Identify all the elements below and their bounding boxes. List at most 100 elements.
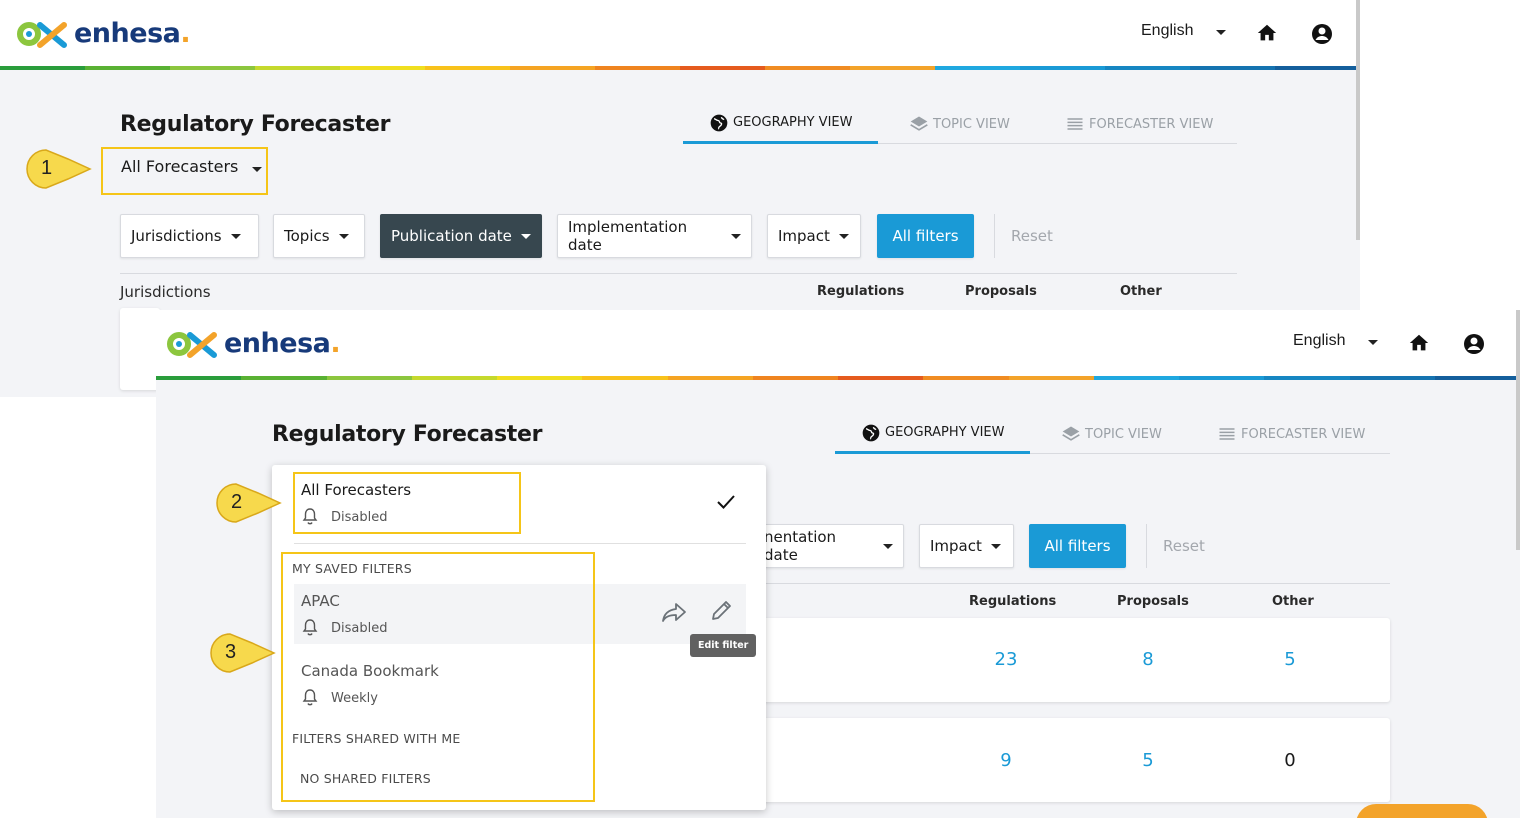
enhesa-logo[interactable]: enhesa. — [166, 328, 341, 359]
logo-mark-icon — [167, 331, 217, 358]
callout-bubble-icon — [26, 149, 92, 189]
proposals-count[interactable]: 8 — [1128, 649, 1168, 670]
stripe-segment — [1275, 66, 1360, 70]
callout-number: 3 — [225, 641, 237, 663]
tab-topic-view[interactable]: TOPIC VIEW — [909, 104, 1010, 144]
language-select[interactable]: English — [1293, 332, 1345, 350]
stripe-segment — [1105, 66, 1190, 70]
column-header-regulations[interactable]: Regulations — [817, 284, 904, 299]
tab-topic-view[interactable]: TOPIC VIEW — [1061, 414, 1162, 454]
chevron-down-icon — [990, 543, 1001, 549]
check-icon — [717, 495, 735, 509]
column-header-regulations[interactable]: Regulations — [969, 594, 1056, 609]
chevron-down-icon — [520, 233, 531, 239]
stripe-segment — [170, 66, 255, 70]
tab-geography-view[interactable]: GEOGRAPHY VIEW — [835, 414, 1030, 454]
stripe-segment — [582, 376, 668, 380]
list-icon — [1219, 428, 1235, 440]
column-header-other[interactable]: Other — [1120, 284, 1162, 299]
globe-icon — [710, 114, 728, 131]
implementation-date-filter[interactable]: nentation date — [746, 524, 904, 568]
view-tabs: GEOGRAPHY VIEW TOPIC VIEW FORECASTER VIE… — [683, 104, 1237, 144]
column-header-jurisdictions[interactable]: Jurisdictions — [120, 283, 211, 301]
tab-label: FORECASTER VIEW — [1241, 426, 1366, 442]
implementation-date-filter[interactable]: Implementation date — [557, 214, 752, 258]
stripe-segment — [241, 376, 327, 380]
filter-label: Topics — [284, 227, 330, 245]
chevron-down-icon[interactable] — [1368, 340, 1378, 345]
stripe-segment — [1434, 376, 1520, 380]
impact-filter[interactable]: Impact — [919, 524, 1014, 568]
reset-button[interactable]: Reset — [1011, 227, 1053, 245]
home-icon[interactable] — [1408, 332, 1430, 354]
other-count[interactable]: 5 — [1270, 649, 1310, 670]
tab-label: FORECASTER VIEW — [1089, 116, 1214, 132]
filter-label: Jurisdictions — [131, 227, 222, 245]
app-header: enhesa. English — [156, 310, 1520, 376]
stripe-segment — [156, 376, 242, 380]
all-filters-button[interactable]: All filters — [877, 214, 974, 258]
scrollbar[interactable] — [1356, 0, 1360, 240]
table-row[interactable]: 9 5 0 — [756, 718, 1390, 802]
tab-label: TOPIC VIEW — [1085, 426, 1162, 442]
callout-bubble-icon — [216, 483, 282, 523]
stripe-segment — [1179, 376, 1265, 380]
all-filters-button[interactable]: All filters — [1029, 524, 1126, 568]
regulations-count[interactable]: 9 — [986, 750, 1026, 771]
stripe-segment — [935, 66, 1020, 70]
callout-1: 1 — [24, 148, 92, 194]
highlight-box-1 — [101, 147, 268, 195]
jurisdictions-filter[interactable]: Jurisdictions — [120, 214, 259, 258]
publication-date-filter[interactable]: Publication date — [380, 214, 542, 258]
impact-filter[interactable]: Impact — [767, 214, 861, 258]
stripe-segment — [680, 66, 765, 70]
regulations-count[interactable]: 23 — [986, 649, 1026, 670]
view-tabs: GEOGRAPHY VIEW TOPIC VIEW FORECASTER VIE… — [835, 414, 1390, 454]
table-row[interactable] — [120, 308, 160, 390]
filter-label: Impact — [778, 227, 830, 245]
brand-dot: . — [330, 328, 341, 359]
stripe-segment — [667, 376, 753, 380]
brand-stripe — [0, 66, 1360, 70]
account-icon[interactable] — [1462, 332, 1486, 356]
enhesa-logo[interactable]: enhesa. — [16, 18, 191, 49]
home-icon[interactable] — [1256, 22, 1278, 44]
chevron-down-icon — [731, 233, 741, 239]
stripe-segment — [326, 376, 412, 380]
stripe-segment — [1349, 376, 1435, 380]
column-header-other[interactable]: Other — [1272, 594, 1314, 609]
list-icon — [1067, 118, 1083, 130]
account-icon[interactable] — [1310, 22, 1334, 46]
brand-stripe — [156, 376, 1520, 380]
edit-pencil-icon[interactable] — [708, 598, 734, 624]
stripe-segment — [0, 66, 85, 70]
tab-forecaster-view[interactable]: FORECASTER VIEW — [1217, 414, 1365, 454]
chevron-down-icon — [883, 543, 893, 549]
tab-geography-view[interactable]: GEOGRAPHY VIEW — [683, 104, 878, 144]
other-count[interactable]: 0 — [1270, 750, 1310, 771]
chevron-down-icon[interactable] — [1216, 30, 1226, 35]
column-header-proposals[interactable]: Proposals — [1117, 594, 1189, 609]
page-title: Regulatory Forecaster — [272, 422, 543, 447]
brand-name: enhesa — [74, 18, 181, 49]
screenshot-2: enhesa. English Regulatory Forecaster GE… — [156, 310, 1520, 818]
page-title: Regulatory Forecaster — [120, 112, 391, 137]
topics-filter[interactable]: Topics — [273, 214, 365, 258]
scrollbar[interactable] — [1516, 310, 1520, 550]
share-icon[interactable] — [661, 601, 687, 623]
filter-label: Implementation date — [568, 218, 688, 254]
reset-button[interactable]: Reset — [1163, 537, 1205, 555]
column-header-proposals[interactable]: Proposals — [965, 284, 1037, 299]
language-select[interactable]: English — [1141, 22, 1193, 40]
divider — [294, 543, 746, 544]
tab-forecaster-view[interactable]: FORECASTER VIEW — [1065, 104, 1213, 144]
callout-2: 2 — [214, 482, 282, 528]
proposals-count[interactable]: 5 — [1128, 750, 1168, 771]
stripe-segment — [340, 66, 425, 70]
table-row[interactable]: 23 8 5 — [756, 618, 1390, 702]
filter-label: nentation date — [764, 528, 837, 564]
divider — [120, 273, 1237, 274]
floating-help-button[interactable] — [1356, 804, 1488, 818]
tab-label: GEOGRAPHY VIEW — [733, 115, 853, 130]
stripe-segment — [1020, 66, 1105, 70]
